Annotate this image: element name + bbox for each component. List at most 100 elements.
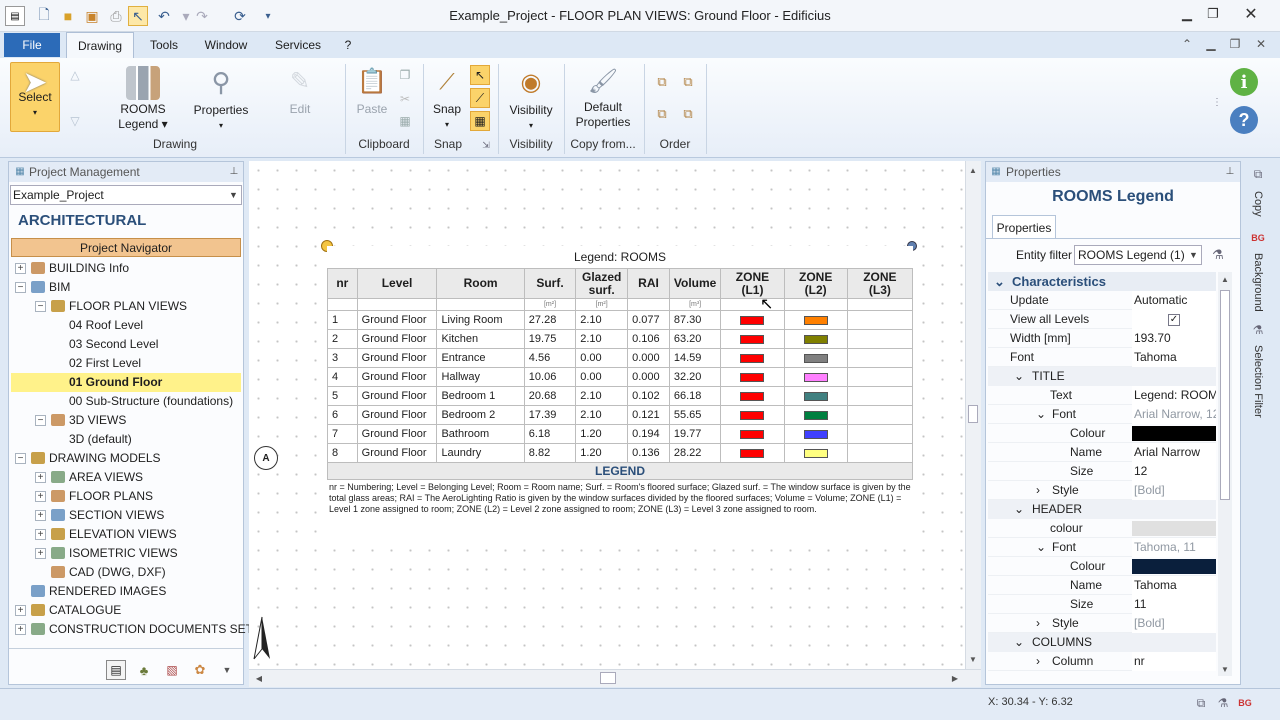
property-section[interactable]: ⌄ Characteristics [988,272,1216,291]
property-color-swatch[interactable] [1132,426,1216,441]
expand-icon[interactable]: + [15,624,26,635]
snap-grid-icon[interactable]: ▦ [470,111,490,131]
horizontal-scroll-thumb[interactable] [600,672,616,684]
tree-item[interactable]: + ELEVATION VIEWS [11,525,241,544]
collapse-icon[interactable]: ⌄ [1014,367,1024,386]
tree-item[interactable]: + FLOOR PLANS [11,487,241,506]
entity-filter-select[interactable]: ROOMS Legend (1) [1074,245,1202,265]
properties-scroll-thumb[interactable] [1220,290,1230,500]
property-row[interactable]: Colour [988,557,1216,576]
bring-front-icon[interactable]: ⧉ [652,72,672,92]
close-icon[interactable]: ✕ [1238,4,1264,24]
selection-filter-tab-icon[interactable]: ⚗ [1248,320,1268,340]
background-tab-icon[interactable]: BG [1248,228,1268,248]
property-value[interactable]: 11 [1132,595,1216,614]
side-tab-background[interactable]: Background [1248,250,1268,314]
property-row[interactable]: Colour [988,424,1216,443]
send-back-icon[interactable]: ⧉ [678,72,698,92]
tree-item[interactable]: CAD (DWG, DXF) [11,563,241,582]
property-section[interactable]: ⌄ TITLE [988,367,1216,386]
tab-drawing[interactable]: Drawing [66,32,134,58]
project-select[interactable]: Example_Project [10,185,242,205]
doc-minimize-icon[interactable]: ▁ [1202,36,1220,52]
chevron-down-icon[interactable]: ▼ [1186,246,1201,264]
scroll-down-icon[interactable]: ▼ [1218,662,1232,676]
expand-icon[interactable]: + [35,548,46,559]
property-row[interactable]: ⌄ Font Arial Narrow, 12 [988,405,1216,424]
property-color-swatch[interactable] [1132,521,1216,536]
collapse-icon[interactable]: ⌄ [994,272,1005,291]
scroll-up-icon[interactable]: ▲ [966,163,980,177]
expand-icon[interactable]: + [15,263,26,274]
bring-forward-icon[interactable]: ⧉ [652,104,672,124]
redo-icon[interactable]: ↷ [192,6,212,26]
select-cursor-icon[interactable]: ↖ [128,6,148,26]
collapse-icon[interactable]: ⌄ [1014,500,1024,519]
expand-icon[interactable]: + [35,491,46,502]
print-icon[interactable]: ⎙ [106,6,126,26]
plugins-icon[interactable]: ✿ [190,660,210,680]
side-tab-copy[interactable]: Copy [1248,186,1268,222]
help-icon[interactable]: ? [1230,106,1258,134]
snap-settings-launcher-icon[interactable]: ⇲ [480,139,492,151]
edit-button[interactable]: ✎ Edit [274,64,326,134]
status-background-icon[interactable]: BG [1236,694,1254,712]
doc-restore-icon[interactable]: ❐ [1226,36,1244,52]
rooms-legend-button[interactable]: ROOMS Legend ▾ [114,64,172,134]
expand-icon[interactable]: + [35,529,46,540]
property-row[interactable]: colour [988,519,1216,538]
tree-item[interactable]: + CONSTRUCTION DOCUMENTS SET [11,620,253,639]
minimize-icon[interactable]: ▁ [1174,4,1200,24]
open-folder-icon[interactable]: ■ [58,6,78,26]
property-row[interactable]: Update Automatic [988,291,1216,310]
collapse-icon[interactable]: − [35,415,46,426]
tab-window[interactable]: Window [196,32,256,58]
doc-close-icon[interactable]: ✕ [1252,36,1270,52]
undo-icon[interactable]: ↶ [154,6,174,26]
tree-item[interactable]: 3D (default) [11,430,241,449]
property-value[interactable]: Tahoma [1132,348,1216,367]
collapse-icon[interactable]: ⌄ [1014,633,1024,652]
property-value[interactable]: nr [1132,652,1216,671]
property-value[interactable]: Arial Narrow [1132,443,1216,462]
property-row[interactable]: Size 11 [988,595,1216,614]
collapse-icon[interactable]: − [35,301,46,312]
tab-tools[interactable]: Tools [140,32,188,58]
render-icon[interactable]: ▧ [162,660,182,680]
library-icon[interactable]: ♣ [134,660,154,680]
property-row[interactable]: Size 12 [988,462,1216,481]
tree-item[interactable]: + ISOMETRIC VIEWS [11,544,241,563]
property-checkbox[interactable]: ✓ [1132,310,1216,329]
property-row[interactable]: Text Legend: ROOMS [988,386,1216,405]
report-icon[interactable]: ▤ [106,660,126,680]
collapse-icon[interactable]: ⌄ [1036,538,1046,557]
pin-icon[interactable]: ⊥ [228,165,240,177]
property-row[interactable]: › Column nr [988,652,1216,671]
expand-icon[interactable]: + [35,472,46,483]
tab-properties[interactable]: Properties [992,215,1056,239]
tree-item[interactable]: 01 Ground Floor [11,373,241,392]
property-row[interactable]: Name Arial Narrow [988,443,1216,462]
collapse-icon[interactable]: ⌄ [1036,405,1046,424]
property-value[interactable]: 12 [1132,462,1216,481]
snap-line-icon[interactable]: ⟋ [470,88,490,108]
property-row[interactable]: Font Tahoma [988,348,1216,367]
arrow-down-icon[interactable]: ▽ [66,112,84,130]
property-row[interactable]: › Style [Bold] [988,481,1216,500]
chevron-down-icon[interactable]: ▼ [226,186,241,204]
property-value[interactable]: Tahoma, 11 [1132,538,1216,557]
expand-icon[interactable]: › [1036,652,1040,671]
expand-icon[interactable]: › [1036,481,1040,500]
app-icon[interactable]: ▤ [5,6,25,26]
tree-item[interactable]: − BIM [11,278,241,297]
tab-help[interactable]: ? [338,32,358,58]
expand-icon[interactable]: › [1036,614,1040,633]
filter-icon[interactable]: ⚗ [1208,245,1228,265]
snap-endpoint-icon[interactable]: ↖ [470,65,490,85]
property-row[interactable]: Name Tahoma [988,576,1216,595]
default-properties-button[interactable]: 🖌 Default Properties [570,64,636,134]
property-section[interactable]: ⌄ HEADER [988,500,1216,519]
cut-icon[interactable]: ✂ [396,90,414,108]
tab-services[interactable]: Services [268,32,328,58]
property-value[interactable]: [Bold] [1132,614,1216,633]
